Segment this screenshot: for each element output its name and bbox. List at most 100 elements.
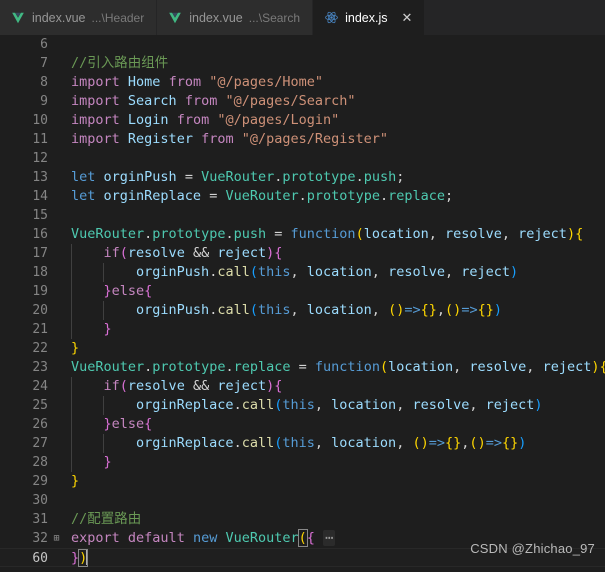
line-number: 14 xyxy=(32,189,48,204)
line-content: VueRouter.prototype.replace = function(l… xyxy=(71,359,605,375)
line-number: 9 xyxy=(40,94,48,109)
tab-title: index.vue xyxy=(189,10,243,25)
fold-placeholder[interactable]: ⋯ xyxy=(323,530,336,546)
code-line[interactable]: 16 VueRouter.prototype.push = function(l… xyxy=(0,225,605,244)
line-number: 18 xyxy=(32,265,48,280)
line-content: VueRouter.prototype.push = function(loca… xyxy=(71,226,584,242)
tab-description: ...\Header xyxy=(91,10,145,25)
react-js-icon xyxy=(323,10,339,26)
line-number: 25 xyxy=(32,398,48,413)
code-line[interactable]: 8 import Home from "@/pages/Home" xyxy=(0,73,605,92)
line-content: } xyxy=(71,473,80,489)
line-content: } xyxy=(62,320,605,339)
code-line[interactable]: 28 } xyxy=(0,453,605,472)
line-number: 16 xyxy=(32,227,48,242)
code-line[interactable]: 26 }else{ xyxy=(0,415,605,434)
line-number: 32 xyxy=(32,531,48,546)
line-number: 29 xyxy=(32,474,48,489)
line-number: 8 xyxy=(40,75,48,90)
code-line[interactable]: 30 xyxy=(0,491,605,510)
code-line[interactable]: 19 }else{ xyxy=(0,282,605,301)
fold-expand-icon[interactable]: ⊞ xyxy=(51,529,62,548)
tab-index-vue-header[interactable]: index.vue ...\Header xyxy=(0,0,158,35)
line-number: 28 xyxy=(32,455,48,470)
line-number: 13 xyxy=(32,170,48,185)
line-content: import Register from "@/pages/Register" xyxy=(71,131,389,147)
vue-icon xyxy=(10,10,26,26)
line-number: 10 xyxy=(32,113,48,128)
editor-tab-bar: index.vue ...\Header index.vue ...\Searc… xyxy=(0,0,605,35)
line-number: 24 xyxy=(32,379,48,394)
code-line[interactable]: 11 import Register from "@/pages/Registe… xyxy=(0,130,605,149)
code-line[interactable]: 6 xyxy=(0,35,605,54)
line-number: 26 xyxy=(32,417,48,432)
code-line[interactable]: 24 if(resolve && reject){ xyxy=(0,377,605,396)
code-line[interactable]: 22 } xyxy=(0,339,605,358)
tab-index-vue-search[interactable]: index.vue ...\Search xyxy=(157,0,314,35)
line-content: orginPush.call(this, location, resolve, … xyxy=(62,263,605,282)
line-number: 27 xyxy=(32,436,48,451)
code-line[interactable]: 18 orginPush.call(this, location, resolv… xyxy=(0,263,605,282)
code-line-folded[interactable]: 32 ⊞ export default new VueRouter({ ⋯ xyxy=(0,529,605,548)
code-line[interactable]: 29 } xyxy=(0,472,605,491)
line-number: 21 xyxy=(32,322,48,337)
code-line[interactable]: 14 let orginReplace = VueRouter.prototyp… xyxy=(0,187,605,206)
tab-title: index.vue xyxy=(32,10,86,25)
code-line[interactable]: 15 xyxy=(0,206,605,225)
code-line[interactable]: 7 //引入路由组件 xyxy=(0,54,605,73)
code-line[interactable]: 10 import Login from "@/pages/Login" xyxy=(0,111,605,130)
line-number: 15 xyxy=(32,208,48,223)
code-editor[interactable]: 6 7 //引入路由组件 8 import Home from "@/pages… xyxy=(0,35,605,572)
code-line-current[interactable]: 60 }) xyxy=(0,548,605,567)
tab-title: index.js xyxy=(345,10,388,25)
line-content: import Search from "@/pages/Search" xyxy=(71,93,356,109)
vue-icon xyxy=(167,10,183,26)
code-line[interactable]: 9 import Search from "@/pages/Search" xyxy=(0,92,605,111)
code-line[interactable]: 25 orginReplace.call(this, location, res… xyxy=(0,396,605,415)
text-cursor xyxy=(86,550,88,565)
line-content: let orginReplace = VueRouter.prototype.r… xyxy=(71,188,454,204)
code-line[interactable]: 21 } xyxy=(0,320,605,339)
line-number: 23 xyxy=(32,360,48,375)
comment-token: //配置路由 xyxy=(71,511,142,527)
line-content: //配置路由 xyxy=(62,510,605,529)
code-line[interactable]: 13 let orginPush = VueRouter.prototype.p… xyxy=(0,168,605,187)
vscode-window: index.vue ...\Header index.vue ...\Searc… xyxy=(0,0,605,572)
tab-index-js[interactable]: index.js ✕ xyxy=(313,0,426,35)
code-line[interactable]: 23 VueRouter.prototype.replace = functio… xyxy=(0,358,605,377)
line-content: import Home from "@/pages/Home" xyxy=(71,74,324,90)
code-line[interactable]: 12 xyxy=(0,149,605,168)
tab-description: ...\Search xyxy=(248,10,301,25)
line-content: }) xyxy=(71,549,89,567)
code-line[interactable]: 17 if(resolve && reject){ xyxy=(0,244,605,263)
line-content: import Login from "@/pages/Login" xyxy=(71,112,340,128)
code-lines-container: 6 7 //引入路由组件 8 import Home from "@/pages… xyxy=(0,35,605,572)
line-number: 30 xyxy=(32,493,48,508)
line-content: export default new VueRouter({ ⋯ xyxy=(71,529,336,547)
code-line[interactable]: 27 orginReplace.call(this, location, ()=… xyxy=(0,434,605,453)
line-number: 19 xyxy=(32,284,48,299)
line-number: 60 xyxy=(32,551,48,566)
line-content: if(resolve && reject){ xyxy=(62,377,605,396)
line-content: //引入路由组件 xyxy=(62,54,605,73)
line-content: orginReplace.call(this, location, resolv… xyxy=(62,396,605,415)
line-content: let orginPush = VueRouter.prototype.push… xyxy=(71,169,405,185)
code-line[interactable]: 20 orginPush.call(this, location, ()=>{}… xyxy=(0,301,605,320)
tab-bar-empty-space xyxy=(425,0,605,35)
line-number: 12 xyxy=(32,151,48,166)
line-content: } xyxy=(62,453,605,472)
line-content: if(resolve && reject){ xyxy=(62,244,605,263)
line-number: 22 xyxy=(32,341,48,356)
line-content xyxy=(62,206,605,225)
line-content: }else{ xyxy=(62,282,605,301)
line-number: 6 xyxy=(40,37,48,52)
line-content: } xyxy=(71,340,80,356)
line-content: orginPush.call(this, location, ()=>{},()… xyxy=(62,301,605,320)
line-number: 11 xyxy=(32,132,48,147)
code-line[interactable]: 31 //配置路由 xyxy=(0,510,605,529)
line-number: 31 xyxy=(32,512,48,527)
close-icon[interactable]: ✕ xyxy=(401,11,412,24)
line-content: orginReplace.call(this, location, ()=>{}… xyxy=(62,434,605,453)
comment-token: //引入路由组件 xyxy=(71,55,169,71)
line-number: 17 xyxy=(32,246,48,261)
